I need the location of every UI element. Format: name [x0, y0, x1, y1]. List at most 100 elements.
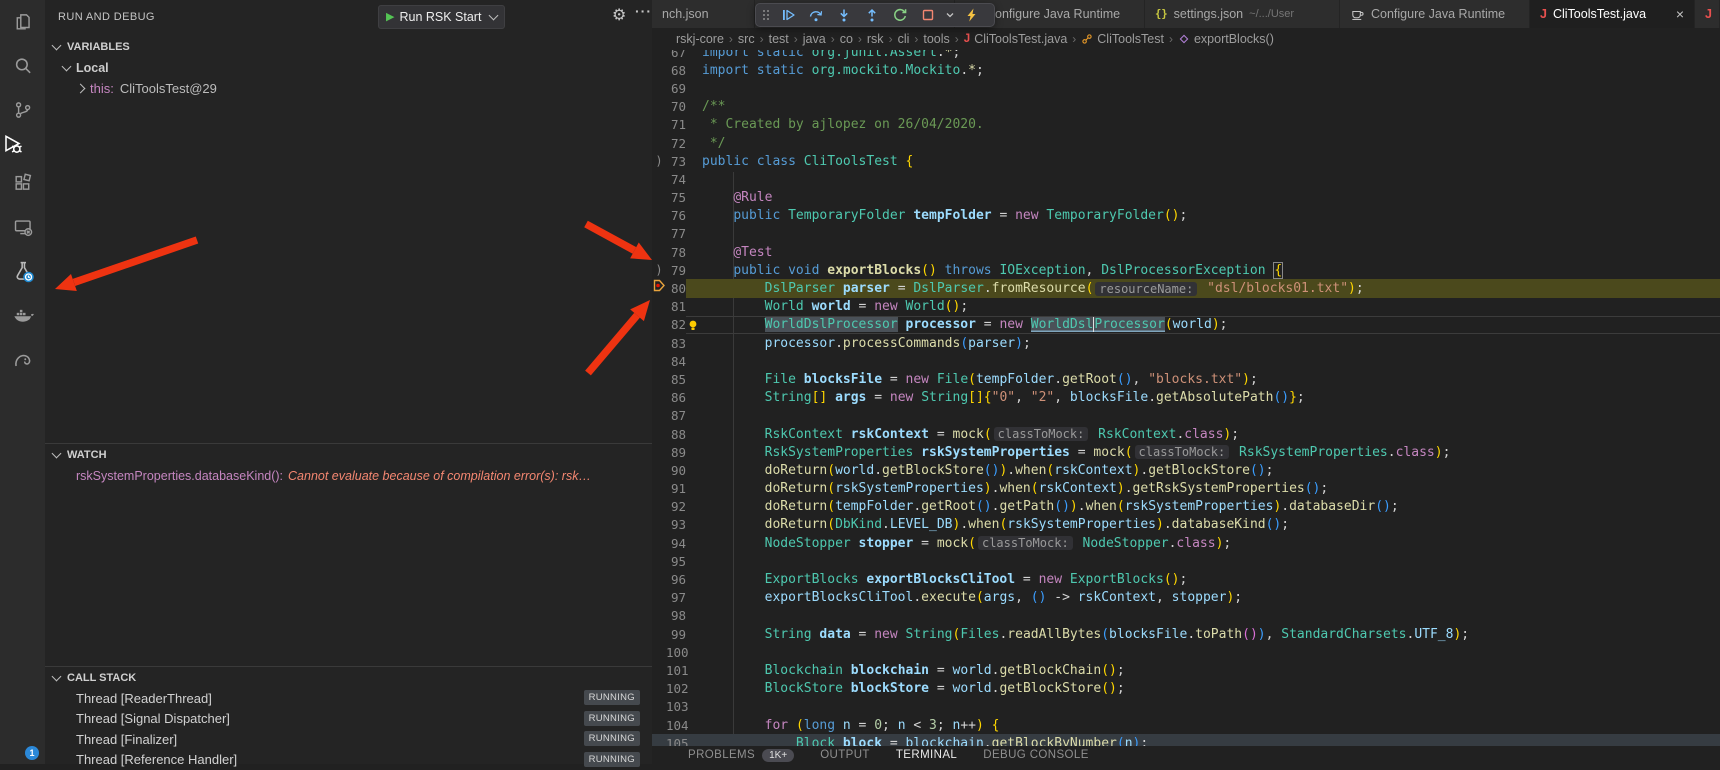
gutter-glyph[interactable] — [652, 716, 666, 734]
watch-header[interactable]: WATCH — [45, 444, 652, 465]
code-line[interactable]: 93 doReturn(DbKind.LEVEL_DB).when(rskSys… — [652, 516, 1720, 534]
code-line[interactable]: 87 — [652, 407, 1720, 425]
step-out-icon[interactable] — [860, 4, 884, 26]
scope-local[interactable]: Local — [45, 57, 652, 78]
gutter-glyph[interactable] — [652, 243, 666, 261]
code-line[interactable]: 76 public TemporaryFolder tempFolder = n… — [652, 207, 1720, 225]
editor-tab[interactable]: nch.json — [652, 0, 755, 28]
gutter-glyph[interactable] — [652, 552, 666, 570]
gutter-glyph[interactable] — [652, 98, 666, 116]
code-line[interactable]: 86 String[] args = new String[]{"0", "2"… — [652, 389, 1720, 407]
close-icon[interactable]: × — [1676, 7, 1684, 21]
activity-gradle-icon[interactable] — [0, 337, 45, 381]
gutter-glyph[interactable] — [652, 498, 666, 516]
activity-search-icon[interactable] — [0, 44, 45, 88]
variable-this[interactable]: this: CliToolsTest@29 — [45, 78, 652, 99]
gutter-glyph[interactable] — [652, 407, 666, 425]
activity-docker-icon[interactable] — [0, 293, 45, 337]
gutter-glyph[interactable] — [652, 643, 666, 661]
code-line[interactable]: 91 doReturn(rskSystemProperties).when(rs… — [652, 480, 1720, 498]
breadcrumb-item[interactable]: rsk — [867, 32, 884, 46]
callstack-thread[interactable]: Thread [Signal Dispatcher]RUNNING — [45, 709, 652, 730]
panel-tab-debug-console[interactable]: DEBUG CONSOLE — [983, 749, 1089, 761]
code-line[interactable]: 74 — [652, 170, 1720, 188]
code-line[interactable]: 102 BlockStore blockStore = world.getBlo… — [652, 680, 1720, 698]
code-line[interactable]: 84 — [652, 352, 1720, 370]
activity-testing-icon[interactable] — [0, 249, 45, 293]
code-line[interactable]: 72 */ — [652, 134, 1720, 152]
restart-icon[interactable] — [888, 4, 912, 26]
code-line[interactable]: 81 World world = new World(); — [652, 298, 1720, 316]
step-into-icon[interactable] — [832, 4, 856, 26]
code-line[interactable]: 89 RskSystemProperties rskSystemProperti… — [652, 443, 1720, 461]
step-over-icon[interactable] — [804, 4, 828, 26]
code-line[interactable]: 71 * Created by ajlopez on 26/04/2020. — [652, 116, 1720, 134]
gutter-glyph[interactable] — [652, 570, 666, 588]
gutter-glyph[interactable] — [652, 698, 666, 716]
code-line[interactable]: 82 WorldDslProcessor processor = new Wor… — [652, 316, 1720, 334]
lightbulb-icon[interactable] — [687, 319, 699, 335]
code-line[interactable]: 101 Blockchain blockchain = world.getBlo… — [652, 661, 1720, 679]
hot-code-replace-icon[interactable] — [960, 4, 984, 26]
run-config-dropdown[interactable]: ▶ Run RSK Start — [378, 5, 505, 29]
panel-tab-output[interactable]: OUTPUT — [820, 749, 870, 761]
gutter-glyph[interactable] — [652, 79, 666, 97]
more-actions-icon[interactable]: ··· — [635, 3, 652, 19]
gutter-glyph[interactable] — [652, 625, 666, 643]
breadcrumb-item[interactable]: rskj-core — [676, 32, 724, 46]
code-line[interactable]: 75 @Rule — [652, 189, 1720, 207]
gutter-glyph[interactable] — [652, 207, 666, 225]
code-line[interactable]: 69 — [652, 79, 1720, 97]
activity-extensions-icon[interactable] — [0, 161, 45, 205]
gutter-glyph[interactable] — [652, 170, 666, 188]
gutter-glyph[interactable] — [652, 134, 666, 152]
fold-icon[interactable]: ) — [652, 261, 666, 279]
editor-tab[interactable]: Configure Java Runtime — [1340, 0, 1530, 28]
code-line[interactable]: 83 processor.processCommands(parser); — [652, 334, 1720, 352]
code-line[interactable]: 95 — [652, 552, 1720, 570]
code-line[interactable]: 97 exportBlocksCliTool.execute(args, () … — [652, 589, 1720, 607]
variables-header[interactable]: VARIABLES — [45, 36, 652, 57]
gutter-glyph[interactable] — [652, 116, 666, 134]
gutter-glyph[interactable] — [652, 589, 666, 607]
gutter-glyph[interactable] — [652, 389, 666, 407]
activity-explorer-icon[interactable] — [0, 0, 45, 44]
stop-chevron-icon[interactable] — [944, 4, 956, 26]
code-line[interactable]: 99 String data = new String(Files.readAl… — [652, 625, 1720, 643]
gutter-glyph[interactable] — [652, 680, 666, 698]
call-stack-header[interactable]: CALL STACK — [45, 667, 652, 688]
breadcrumb-item[interactable]: test — [769, 32, 789, 46]
code-line[interactable]: )73public class CliToolsTest { — [652, 152, 1720, 170]
editor-tab[interactable]: JCliToolsTest.java× — [1530, 0, 1695, 28]
editor-tab[interactable]: {}settings.json~/.../User — [1145, 0, 1340, 28]
breadcrumb-item[interactable]: CliToolsTest — [1081, 32, 1164, 46]
activity-source-control-icon[interactable] — [0, 88, 45, 132]
code-line[interactable]: 96 ExportBlocks exportBlocksCliTool = ne… — [652, 570, 1720, 588]
code-line[interactable]: )79 public void exportBlocks() throws IO… — [652, 261, 1720, 279]
code-line[interactable]: 77 — [652, 225, 1720, 243]
callstack-thread[interactable]: Thread [Reference Handler]RUNNING — [45, 750, 652, 770]
code-line[interactable]: 78 @Test — [652, 243, 1720, 261]
breadcrumb-item[interactable]: tools — [923, 32, 949, 46]
panel-tab-problems[interactable]: PROBLEMS1K+ — [688, 749, 794, 762]
gutter-glyph[interactable] — [652, 734, 666, 746]
code-line[interactable]: 88 RskContext rskContext = mock(classToM… — [652, 425, 1720, 443]
activity-remote-explorer-icon[interactable] — [0, 205, 45, 249]
continue-icon[interactable] — [776, 4, 800, 26]
code-line[interactable]: 80 DslParser parser = DslParser.fromReso… — [652, 279, 1720, 297]
stop-icon[interactable] — [916, 4, 940, 26]
code-line[interactable]: 100 — [652, 643, 1720, 661]
gutter-glyph[interactable] — [652, 661, 666, 679]
code-line[interactable]: 68import static org.mockito.Mockito.*; — [652, 61, 1720, 79]
code-line[interactable]: 67import static org.junit.Assert.*; — [652, 50, 1720, 61]
breadcrumb-item[interactable]: src — [738, 32, 755, 46]
gutter-glyph[interactable] — [652, 225, 666, 243]
watch-expression-row[interactable]: rskSystemProperties.databaseKind(): Cann… — [45, 465, 652, 486]
code-line[interactable]: 105 Block block = blockchain.getBlockByN… — [652, 734, 1720, 746]
code-line[interactable]: 90 doReturn(world.getBlockStore()).when(… — [652, 461, 1720, 479]
editor-tab[interactable]: J — [1695, 0, 1720, 28]
gutter-glyph[interactable] — [652, 516, 666, 534]
panel-tab-terminal[interactable]: TERMINAL — [896, 749, 957, 761]
gear-icon[interactable]: ⚙ — [612, 5, 626, 24]
breadcrumb-item[interactable]: JCliToolsTest.java — [964, 32, 1068, 46]
